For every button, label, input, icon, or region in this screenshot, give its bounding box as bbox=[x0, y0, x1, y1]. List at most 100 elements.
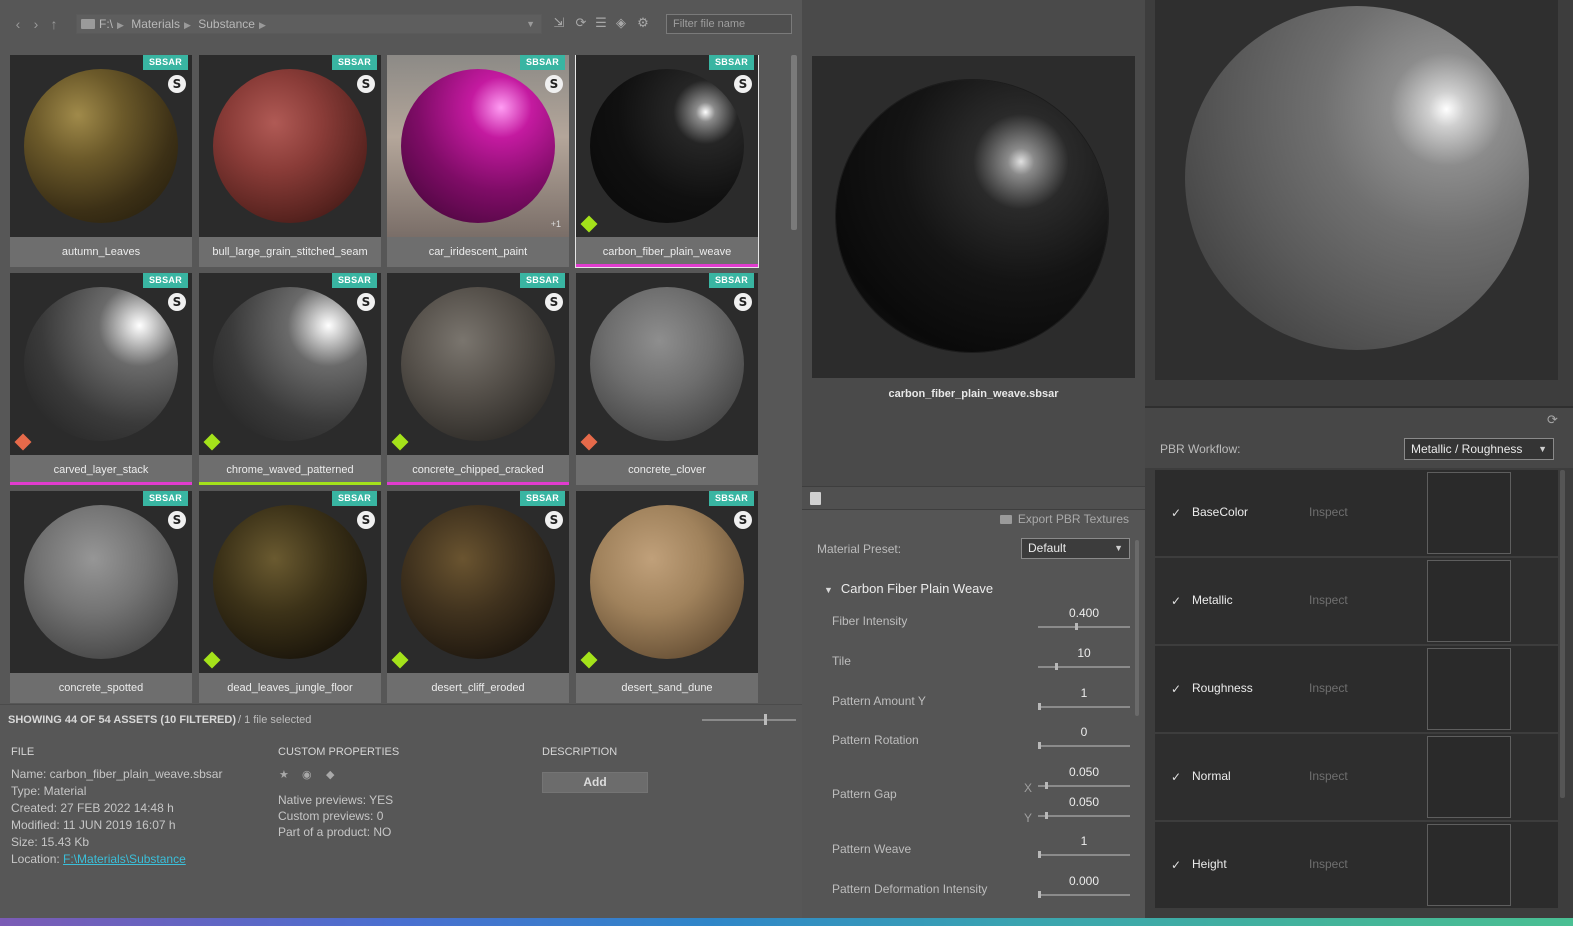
breadcrumb-substance[interactable]: Substance bbox=[198, 17, 255, 31]
group-title-text: Carbon Fiber Plain Weave bbox=[840, 581, 994, 596]
pbr-map-row[interactable]: ✓ Normal Inspect bbox=[1155, 734, 1558, 820]
asset-tile[interactable]: SBSAR Sbull_large_grain_stitched_seam bbox=[199, 55, 381, 267]
inspect-link[interactable]: Inspect bbox=[1309, 681, 1348, 695]
param-value: 0.050 bbox=[1068, 795, 1100, 809]
filter-input[interactable] bbox=[666, 14, 792, 34]
inspect-link[interactable]: Inspect bbox=[1309, 593, 1348, 607]
asset-tile[interactable]: SBSAR Sdesert_cliff_eroded bbox=[387, 491, 569, 703]
asset-tile[interactable]: SBSAR Sdesert_sand_dune bbox=[576, 491, 758, 703]
import-icon[interactable]: ⇲ bbox=[552, 16, 566, 30]
chevron-down-icon[interactable]: ▼ bbox=[526, 15, 535, 33]
sbsar-badge: SBSAR bbox=[142, 55, 188, 70]
list-view-icon[interactable]: ☰ bbox=[594, 16, 608, 30]
status-bar: SHOWING 44 OF 54 ASSETS (10 FILTERED) / … bbox=[0, 704, 802, 734]
thumbnail-size-handle[interactable] bbox=[764, 714, 767, 725]
document-icon[interactable] bbox=[810, 492, 821, 505]
export-pbr-button[interactable]: Export PBR Textures bbox=[999, 512, 1129, 526]
pbr-map-row[interactable]: ✓ BaseColor Inspect bbox=[1155, 470, 1558, 556]
param-slider-handle[interactable] bbox=[1038, 703, 1041, 710]
pbr-workflow-value: Metallic / Roughness bbox=[1411, 442, 1523, 456]
asset-tile[interactable]: SBSAR Scarved_layer_stack bbox=[10, 273, 192, 485]
material-preset-select[interactable]: Default ▼ bbox=[1021, 538, 1130, 559]
breadcrumb[interactable]: F:\ ▶ Materials ▶ Substance ▶ ▼ bbox=[76, 14, 542, 34]
param-slider[interactable] bbox=[1038, 626, 1130, 628]
asset-tile[interactable]: SBSAR Sconcrete_clover bbox=[576, 273, 758, 485]
param-slider[interactable] bbox=[1038, 894, 1130, 896]
pbr-map-row[interactable]: ✓ Height Inspect bbox=[1155, 822, 1558, 908]
param-slider-handle[interactable] bbox=[1054, 663, 1058, 670]
pbr-map-row[interactable]: ✓ Roughness Inspect bbox=[1155, 646, 1558, 732]
add-description-button[interactable]: Add bbox=[542, 772, 648, 793]
material-sphere bbox=[213, 505, 367, 659]
breadcrumb-drive[interactable]: F:\ bbox=[99, 17, 113, 31]
chevron-down-icon: ▼ bbox=[1114, 543, 1123, 553]
param-slider-handle[interactable] bbox=[1044, 812, 1048, 819]
up-icon[interactable]: ↑ bbox=[46, 14, 62, 34]
asset-tile[interactable]: SBSAR S +1 car_iridescent_paint bbox=[387, 55, 569, 267]
param-slider[interactable] bbox=[1038, 854, 1130, 856]
folder-icon bbox=[999, 515, 1012, 525]
param-slider-handle[interactable] bbox=[1038, 851, 1041, 858]
param-value: 1 bbox=[1080, 686, 1088, 700]
large-material-preview[interactable] bbox=[1155, 0, 1558, 380]
param-label: Pattern Amount Y bbox=[832, 694, 926, 708]
asset-thumbnail bbox=[10, 55, 192, 237]
parameters-scrollbar[interactable] bbox=[1135, 540, 1139, 716]
asset-label: desert_cliff_eroded bbox=[387, 673, 569, 703]
check-icon[interactable]: ✓ bbox=[1171, 770, 1181, 784]
location-link[interactable]: F:\Materials\Substance bbox=[63, 852, 186, 866]
asset-tile[interactable]: SBSAR Sdead_leaves_jungle_floor bbox=[199, 491, 381, 703]
inspect-link[interactable]: Inspect bbox=[1309, 769, 1348, 783]
star-icon[interactable]: ★ bbox=[279, 768, 291, 781]
param-slider[interactable] bbox=[1038, 706, 1130, 708]
param-slider-handle[interactable] bbox=[1038, 742, 1041, 749]
refresh-icon[interactable]: ⟳ bbox=[574, 16, 588, 30]
param-slider[interactable] bbox=[1038, 785, 1130, 787]
check-icon[interactable]: ✓ bbox=[1171, 682, 1181, 696]
asset-tile[interactable]: SBSAR Scarbon_fiber_plain_weave bbox=[575, 55, 759, 268]
parameters-panel: Export PBR Textures Material Preset: Def… bbox=[802, 510, 1145, 926]
pbr-workflow-select[interactable]: Metallic / Roughness ▼ bbox=[1404, 438, 1554, 460]
param-slider[interactable] bbox=[1038, 666, 1130, 668]
tag-icon[interactable]: ◆ bbox=[326, 768, 338, 781]
custom-previews: Custom previews: 0 bbox=[278, 809, 384, 823]
asset-tile[interactable]: SBSAR Sconcrete_chipped_cracked bbox=[387, 273, 569, 485]
eye-icon[interactable]: ◉ bbox=[302, 768, 314, 781]
forward-icon[interactable]: › bbox=[28, 14, 44, 34]
param-slider[interactable] bbox=[1038, 815, 1130, 817]
pbr-scrollbar[interactable] bbox=[1560, 470, 1565, 798]
variant-count: +1 bbox=[550, 219, 561, 229]
param-slider-handle[interactable] bbox=[1044, 782, 1048, 789]
layers-icon[interactable]: ◈ bbox=[614, 16, 628, 30]
check-icon[interactable]: ✓ bbox=[1171, 594, 1181, 608]
pbr-map-row[interactable]: ✓ Metallic Inspect bbox=[1155, 558, 1558, 644]
back-icon[interactable]: ‹ bbox=[10, 14, 26, 34]
chevron-right-icon: ▶ bbox=[117, 20, 124, 30]
inspect-link[interactable]: Inspect bbox=[1309, 857, 1348, 871]
check-icon[interactable]: ✓ bbox=[1171, 858, 1181, 872]
native-previews: Native previews: YES bbox=[278, 793, 394, 807]
param-slider-handle[interactable] bbox=[1038, 891, 1041, 898]
file-info-panel: FILE Name: carbon_fiber_plain_weave.sbsa… bbox=[0, 734, 802, 926]
asset-thumbnail bbox=[576, 273, 758, 455]
parameter-group-header[interactable]: ▼ Carbon Fiber Plain Weave bbox=[824, 581, 993, 596]
inspect-link[interactable]: Inspect bbox=[1309, 505, 1348, 519]
gear-icon[interactable]: ⚙ bbox=[636, 16, 650, 30]
asset-tile[interactable]: SBSAR Sconcrete_spotted bbox=[10, 491, 192, 703]
asset-label: desert_sand_dune bbox=[576, 673, 758, 703]
material-sphere bbox=[401, 505, 555, 659]
substance-logo-icon: S bbox=[734, 293, 752, 311]
asset-label: concrete_clover bbox=[576, 455, 758, 485]
grid-scrollbar[interactable] bbox=[791, 55, 797, 230]
refresh-icon[interactable]: ⟳ bbox=[1547, 412, 1561, 427]
asset-tile[interactable]: SBSAR Schrome_waved_patterned bbox=[199, 273, 381, 485]
breadcrumb-materials[interactable]: Materials bbox=[131, 17, 180, 31]
param-slider-handle[interactable] bbox=[1074, 623, 1078, 630]
check-icon[interactable]: ✓ bbox=[1171, 506, 1181, 520]
pbr-panel: ⟳ PBR Workflow: Metallic / Roughness ▼ ✓ B… bbox=[1145, 0, 1573, 926]
thumbnail-size-slider[interactable] bbox=[702, 719, 796, 721]
sbsar-badge: SBSAR bbox=[142, 491, 188, 506]
param-slider[interactable] bbox=[1038, 745, 1130, 747]
pbr-map-name: Metallic bbox=[1192, 593, 1233, 607]
asset-tile[interactable]: SBSAR Sautumn_Leaves bbox=[10, 55, 192, 267]
